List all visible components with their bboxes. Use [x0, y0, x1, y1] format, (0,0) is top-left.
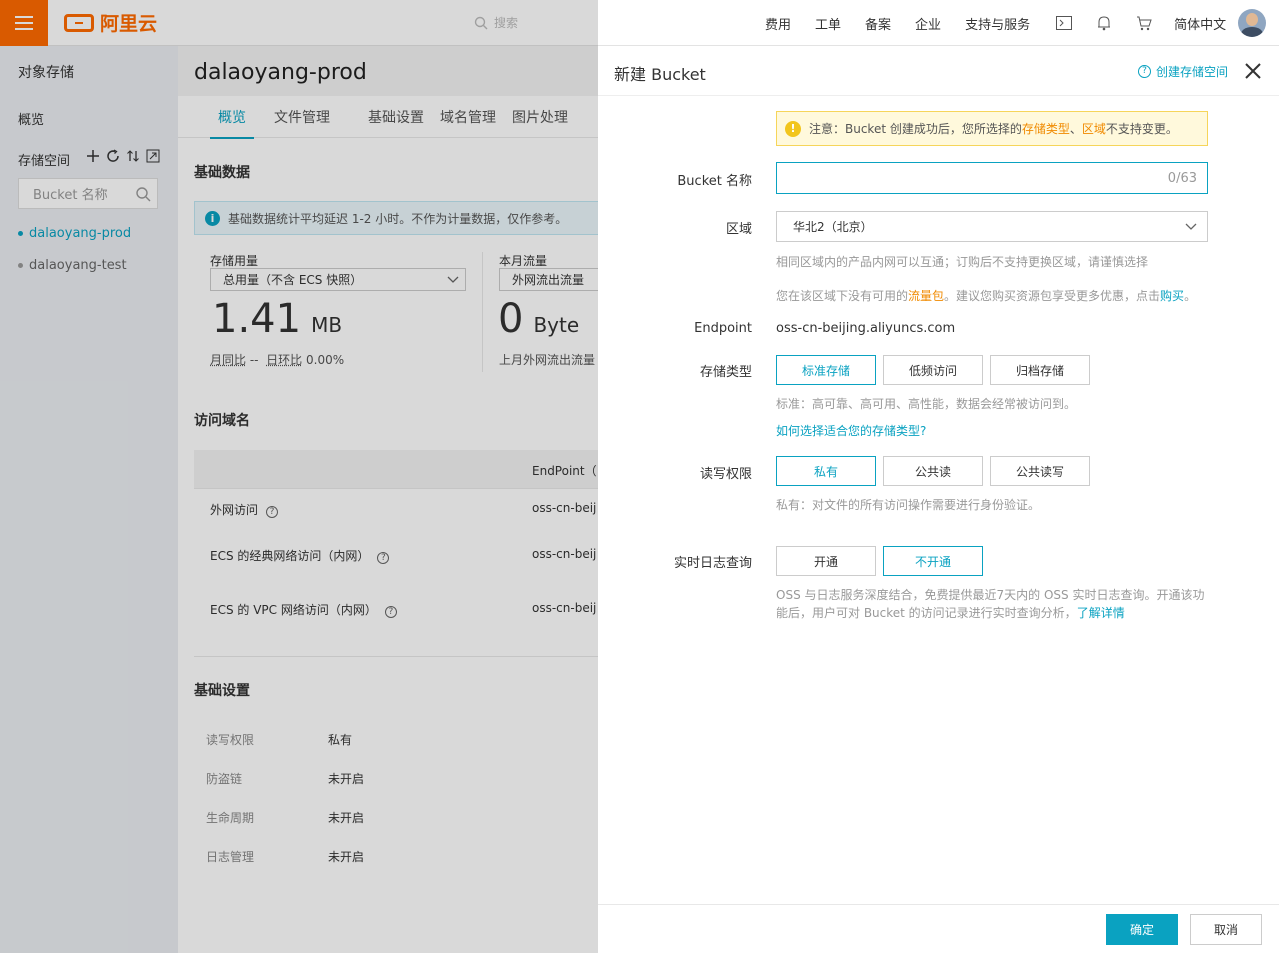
nav-support[interactable]: 支持与服务	[965, 14, 1030, 33]
nav-fees[interactable]: 费用	[765, 14, 791, 33]
modal-overlay[interactable]	[0, 0, 598, 953]
bucket-name-input[interactable]: 0/63	[776, 162, 1208, 194]
endpoint-value: oss-cn-beijing.aliyuncs.com	[776, 321, 956, 336]
terminal-icon[interactable]	[1054, 13, 1074, 33]
warn-prefix: 注意：Bucket 创建成功后，您所选择的	[809, 122, 1022, 136]
warn-suffix: 不支持变更。	[1105, 122, 1178, 136]
storage-standard-option[interactable]: 标准存储	[776, 355, 876, 385]
realtime-log-label: 实时日志查询	[673, 556, 752, 571]
acl-public-rw-option[interactable]: 公共读写	[990, 456, 1090, 486]
chevron-down-icon	[1185, 223, 1197, 230]
log-enable-option[interactable]: 开通	[776, 546, 876, 576]
log-detail-link[interactable]: 了解详情	[1077, 606, 1125, 620]
storage-type-label: 存储类型	[699, 365, 752, 380]
warning-banner: ! 注意：Bucket 创建成功后，您所选择的存储类型、区域不支持变更。	[776, 111, 1208, 146]
nav-enterprise[interactable]: 企业	[915, 14, 941, 33]
nav-tickets[interactable]: 工单	[815, 14, 841, 33]
acl-hint: 私有：对文件的所有访问操作需要进行身份验证。	[776, 498, 1041, 512]
region-value: 华北2（北京）	[793, 220, 873, 234]
traffic-package-link[interactable]: 流量包	[908, 289, 944, 303]
language-switch[interactable]: 简体中文	[1174, 14, 1226, 33]
bell-icon[interactable]	[1094, 13, 1114, 33]
hint-text: 您在该区域下没有可用的	[776, 289, 909, 303]
drawer-title: 新建 Bucket	[614, 65, 706, 84]
help-text: 创建存储空间	[1156, 65, 1229, 79]
log-hint-text: 能后，用户可对 Bucket 的访问记录进行实时查询分析，	[776, 606, 1077, 620]
user-avatar[interactable]	[1238, 9, 1266, 37]
drawer-footer-divider	[598, 904, 1279, 905]
warning-text: 注意：Bucket 创建成功后，您所选择的存储类型、区域不支持变更。	[809, 120, 1178, 137]
region-label: 区域	[725, 222, 752, 237]
name-counter: 0/63	[1167, 170, 1197, 186]
bucket-name-label: Bucket 名称	[677, 174, 752, 189]
top-nav: 费用 工单 备案 企业 支持与服务 简体中文	[765, 0, 1250, 46]
warning-icon: !	[785, 120, 801, 137]
nav-filing[interactable]: 备案	[865, 14, 891, 33]
help-link[interactable]: ? 创建存储空间	[1138, 63, 1228, 80]
acl-label: 读写权限	[699, 467, 752, 482]
storage-ia-option[interactable]: 低频访问	[883, 355, 983, 385]
storage-hint: 标准：高可靠、高可用、高性能，数据会经常被访问到。	[776, 397, 1077, 411]
log-hint-line1: OSS 与日志服务深度结合，免费提供最近7天内的 OSS 实时日志查询。开通该功	[776, 588, 1205, 602]
warn-storage: 存储类型	[1021, 122, 1070, 136]
drawer-header: 新建 Bucket ? 创建存储空间	[598, 46, 1279, 96]
storage-archive-option[interactable]: 归档存储	[990, 355, 1090, 385]
confirm-button[interactable]: 确定	[1106, 914, 1178, 945]
acl-private-option[interactable]: 私有	[776, 456, 876, 486]
hint-text: 。建议您购买资源包享受更多优惠，点击	[944, 289, 1161, 303]
acl-public-read-option[interactable]: 公共读	[883, 456, 983, 486]
log-disable-option[interactable]: 不开通	[883, 546, 983, 576]
region-package-hint: 您在该区域下没有可用的流量包。建议您购买资源包享受更多优惠，点击购买。	[776, 287, 1196, 304]
buy-link[interactable]: 购买	[1160, 289, 1184, 303]
log-hint-line2: 能后，用户可对 Bucket 的访问记录进行实时查询分析，了解详情	[776, 604, 1125, 621]
endpoint-label: Endpoint	[694, 321, 752, 336]
warn-region: 区域	[1081, 122, 1106, 136]
region-select[interactable]: 华北2（北京）	[776, 211, 1208, 242]
help-icon: ?	[1138, 65, 1151, 78]
cart-icon[interactable]	[1134, 13, 1154, 33]
warn-sep: 、	[1069, 122, 1082, 136]
region-hint: 相同区域内的产品内网可以互通；订购后不支持更换区域，请谨慎选择	[776, 255, 1149, 269]
close-icon[interactable]	[1244, 62, 1262, 80]
storage-type-help-link[interactable]: 如何选择适合您的存储类型?	[776, 422, 926, 439]
hint-end: 。	[1184, 289, 1197, 303]
create-bucket-drawer: 新建 Bucket ? 创建存储空间 ! 注意：Bucket 创建成功后，您所选择…	[598, 46, 1279, 953]
cancel-button[interactable]: 取消	[1190, 914, 1262, 945]
